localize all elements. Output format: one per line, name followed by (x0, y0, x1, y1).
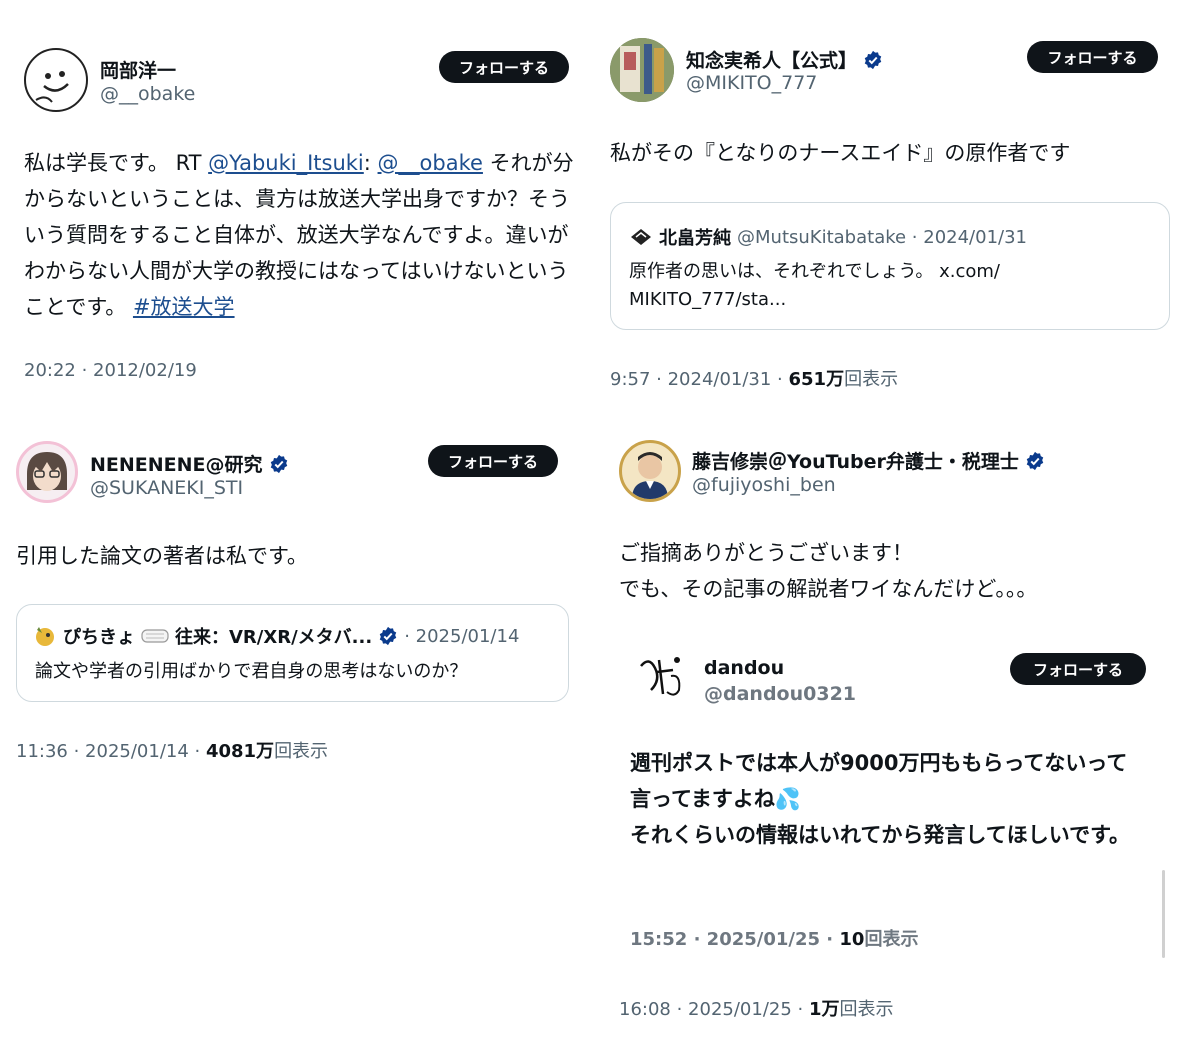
views-label: 回表示 (844, 369, 899, 390)
book-cover-icon (610, 38, 674, 102)
tweet-timestamp[interactable]: 20:22 · 2012/02/19 (24, 360, 197, 381)
portrait-icon (632, 452, 668, 499)
user-name-text: NENENENE@研究 (90, 454, 263, 476)
quoted-tweet[interactable]: ぴちきょ 往来：VR/XR/メタバ... · 2025/01/14 論文や学者の… (16, 604, 569, 702)
text-segment: 私は学長です。 RT (24, 151, 209, 175)
quoted-user-name: ぴちきょ (63, 627, 135, 648)
text-segment: : (363, 151, 378, 175)
user-handle: @dandou0321 (704, 683, 857, 705)
tweet-meta: 11:36 · 2025/01/14 · 4081万回表示 (16, 737, 328, 763)
quoted-tweet-header: 北畠芳純 @MutsuKitabatake · 2024/01/31 (629, 224, 1027, 250)
avatar[interactable] (16, 441, 78, 503)
embedded-tweet-screenshot[interactable]: dandou @dandou0321 フォローする 週刊ポストでは本人が9000… (612, 625, 1168, 960)
view-count: 10 (839, 929, 865, 950)
tweet-meta: 9:57 · 2024/01/31 · 651万回表示 (610, 365, 898, 391)
scrollbar (1162, 870, 1165, 958)
follow-button[interactable]: フォローする (439, 51, 569, 83)
follow-button[interactable]: フォローする (1027, 41, 1158, 73)
avatar[interactable] (610, 38, 674, 102)
quoted-handle-date: @MutsuKitabatake · 2024/01/31 (737, 226, 1027, 248)
bird-avatar-icon (36, 627, 54, 646)
views-label: 回表示 (274, 741, 329, 762)
follow-button[interactable]: フォローする (428, 445, 558, 477)
user-name[interactable]: NENENENE@研究 (90, 450, 289, 477)
user-name-text: 藤吉修崇＠YouTuber弁護士・税理士 (692, 451, 1019, 473)
user-handle[interactable]: @SUKANEKI_STI (90, 477, 243, 499)
hashtag-link[interactable]: #放送大学 (133, 295, 235, 319)
quoted-tweet[interactable]: 北畠芳純 @MutsuKitabatake · 2024/01/31 原作者の思… (610, 202, 1170, 330)
tweet-text: 私がその『となりのナースエイド』の原作者です (610, 141, 1071, 165)
verified-badge-icon (269, 454, 289, 474)
mention-link[interactable]: @__obake (378, 151, 483, 175)
embedded-tweet-text: 週刊ポストでは本人が9000万円ももらってないって言ってますよね💦 それくらいの… (630, 751, 1131, 847)
quoted-user-name: 北畠芳純 (659, 228, 731, 249)
view-count: 4081万 (205, 741, 275, 762)
quoted-date: · 2025/01/14 (404, 625, 520, 647)
vr-goggles-icon (141, 629, 169, 643)
user-name[interactable]: 岡部洋一 (100, 56, 176, 83)
follow-button: フォローする (1010, 653, 1146, 685)
tweet-meta: 16:08 · 2025/01/25 · 1万回表示 (619, 995, 893, 1021)
views-label: 回表示 (839, 999, 894, 1020)
quoted-tweet-text: 原作者の思いは、それぞれでしょう。 x.com/ MIKITO_777/sta.… (629, 261, 1000, 310)
avatar[interactable] (619, 440, 681, 502)
user-name-text: 知念実希人【公式】 (686, 50, 858, 72)
mention-link[interactable]: @Yabuki_Itsuki (208, 151, 364, 175)
user-handle[interactable]: @__obake (100, 83, 195, 105)
view-count: 1万 (808, 999, 840, 1020)
quoted-tweet-text: 論文や学者の引用ばかりで君自身の思考はないのか？ (35, 661, 468, 682)
quoted-user-name-suffix: 往来：VR/XR/メタバ... (175, 627, 373, 648)
embedded-tweet-meta: 15:52 · 2025/01/25 · 10回表示 (630, 925, 918, 951)
user-name[interactable]: 藤吉修崇＠YouTuber弁護士・税理士 (692, 447, 1045, 474)
quoted-tweet-header: ぴちきょ 往来：VR/XR/メタバ... · 2025/01/14 (33, 623, 519, 649)
tweet-timestamp[interactable]: 9:57 · 2024/01/31 · (610, 369, 789, 390)
smiley-face-icon (35, 71, 69, 103)
user-handle[interactable]: @MIKITO_777 (686, 72, 817, 94)
verified-badge-icon (378, 626, 398, 646)
anime-character-icon (27, 452, 67, 491)
verified-badge-icon (1025, 451, 1045, 471)
tweet-text: ご指摘ありがとうございます！ でも、その記事の解説者ワイなんだけど。。。 (619, 541, 1038, 601)
calligraphy-logo-icon (640, 657, 681, 696)
verified-badge-icon (863, 50, 883, 70)
diamond-avatar-icon (631, 229, 651, 245)
user-name: dandou (704, 657, 785, 679)
tweet-timestamp[interactable]: 11:36 · 2025/01/14 · (16, 741, 206, 762)
views-label: 回表示 (864, 929, 919, 950)
text-segment: それが分からないということは、貴方は放送大学出身ですか？そういう質問をすること自… (24, 151, 574, 319)
view-count: 651万 (788, 369, 845, 390)
tweet-timestamp[interactable]: 16:08 · 2025/01/25 · (619, 999, 809, 1020)
embedded-timestamp: 15:52 · 2025/01/25 · (630, 929, 840, 950)
user-handle[interactable]: @fujiyoshi_ben (692, 474, 836, 496)
tweet-text: 私は学長です。 RT @Yabuki_Itsuki: @__obake それが分… (24, 145, 574, 325)
user-name[interactable]: 知念実希人【公式】 (686, 46, 883, 73)
tweet-text: 引用した論文の著者は私です。 (16, 544, 308, 568)
avatar (630, 645, 692, 707)
avatar[interactable] (24, 48, 88, 112)
